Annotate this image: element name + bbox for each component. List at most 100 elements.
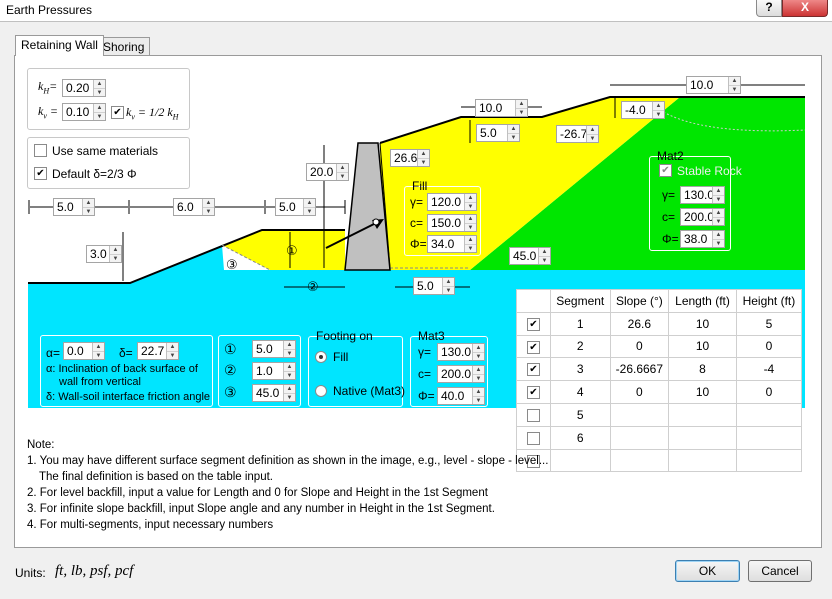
seg1-height-input[interactable]: 5.0 ▲ ▼ <box>476 124 520 142</box>
note-line: Note: <box>27 439 55 451</box>
row-checkbox[interactable]: ✔ <box>527 386 540 400</box>
row-checkbox[interactable] <box>527 431 540 445</box>
heel-input[interactable]: 5.0 ▲ ▼ <box>413 277 455 295</box>
footing-fill-radio[interactable] <box>315 351 327 363</box>
kv-input[interactable]: 0.10 ▲ ▼ <box>62 103 106 121</box>
col-segment: Segment <box>550 289 611 313</box>
mat3-phi-input[interactable]: 40.0 ▲ ▼ <box>437 387 485 405</box>
ok-button[interactable]: OK <box>675 560 740 582</box>
delta-input[interactable]: 22.7 ▲ ▼ <box>137 342 179 360</box>
left-a-input[interactable]: 5.0 ▲ ▼ <box>53 198 95 216</box>
row-checkbox[interactable]: ✔ <box>527 340 540 354</box>
fill-c-input[interactable]: 150.0 ▲ ▼ <box>427 214 477 232</box>
cell-segment[interactable]: 4 <box>550 380 611 404</box>
same-materials-label: Use same materials <box>52 144 159 158</box>
cell-height[interactable]: 0 <box>735 334 803 359</box>
cell-length[interactable]: 8 <box>668 357 737 382</box>
table-row[interactable]: ✔ 1 26.6 10 5 <box>516 311 803 336</box>
cell-length[interactable]: 10 <box>668 380 737 404</box>
kv-formula: kv = 1/2 kH <box>126 105 179 122</box>
fill-phi-label: Φ= <box>410 237 427 251</box>
kv-half-checkbox[interactable]: ✔ <box>111 106 124 119</box>
table-row[interactable]: ✔ 2 0 10 0 <box>516 334 803 359</box>
note-line: 2. For level backfill, input a value for… <box>27 487 488 499</box>
cell-height[interactable]: -4 <box>735 357 803 382</box>
mat2-c-input[interactable]: 200.0 ▲ ▼ <box>680 208 725 226</box>
mat2-gamma-input[interactable]: 130.0 ▲ ▼ <box>680 186 725 204</box>
same-materials-checkbox[interactable] <box>34 144 47 157</box>
cell-height[interactable]: 5 <box>735 311 803 336</box>
cell-length[interactable]: 10 <box>668 311 737 336</box>
mat2-phi-input[interactable]: 38.0 ▲ ▼ <box>680 230 725 248</box>
col-check <box>516 289 551 313</box>
mat3-c-input[interactable]: 200.0 ▲ ▼ <box>437 365 485 383</box>
cell-height[interactable] <box>735 425 803 450</box>
col-length: Length (ft) <box>668 289 737 313</box>
table-row[interactable]: ✔ 3 -26.6667 8 -4 <box>516 357 803 382</box>
cell-segment[interactable] <box>550 448 611 473</box>
kv-label: kv = <box>38 104 58 121</box>
seg3-slope-input[interactable]: -26.7 ▲ ▼ <box>556 125 599 143</box>
mat3-c-label: c= <box>418 367 432 381</box>
kh-input[interactable]: 0.20 ▲ ▼ <box>62 79 106 97</box>
footing-group: Footing on Fill Native (Mat3) <box>308 329 406 407</box>
cell-segment[interactable]: 6 <box>550 425 611 450</box>
cell-length[interactable] <box>668 425 737 450</box>
three-input[interactable]: 45.0 ▲ ▼ <box>252 384 296 402</box>
cell-slope[interactable] <box>609 402 670 427</box>
fill-group: Fill γ= 120.0 ▲ ▼ c= 150.0 ▲ ▼ Φ= 34.0 ▲ ▼ <box>404 179 481 256</box>
seg3-height-input[interactable]: -4.0 ▲ ▼ <box>621 101 665 119</box>
two-input[interactable]: 1.0 ▲ ▼ <box>252 362 296 380</box>
default-delta-label: Default δ=2/3 Φ <box>52 167 137 181</box>
one-input[interactable]: 5.0 ▲ ▼ <box>252 340 296 358</box>
cell-slope[interactable]: 26.6 <box>609 311 670 336</box>
cell-length[interactable] <box>668 402 737 427</box>
table-row[interactable]: ✔ 4 0 10 0 <box>516 380 803 404</box>
footing-native-label: Native (Mat3) <box>333 384 406 398</box>
cell-segment[interactable]: 1 <box>550 311 611 336</box>
row-checkbox[interactable]: ✔ <box>527 363 540 377</box>
cell-slope[interactable] <box>609 425 670 450</box>
table-row[interactable]: 5 <box>516 402 803 427</box>
cell-length[interactable]: 10 <box>668 334 737 359</box>
cancel-button[interactable]: Cancel <box>748 560 812 582</box>
table-row[interactable] <box>516 448 803 473</box>
cell-height[interactable]: 0 <box>735 380 803 404</box>
stable-rock-checkbox[interactable]: ✔ <box>659 164 672 177</box>
row-checkbox[interactable]: ✔ <box>527 317 540 331</box>
notes: Note: 1. You may have different surface … <box>27 437 548 533</box>
cell-slope[interactable]: -26.6667 <box>609 357 670 382</box>
alpha-label: α= <box>46 346 60 360</box>
backfill-angle-input[interactable]: 45.0 ▲ ▼ <box>509 247 551 265</box>
cell-slope[interactable]: 0 <box>609 380 670 404</box>
fill-phi-input[interactable]: 34.0 ▲ ▼ <box>427 235 477 253</box>
delta-note: δ: Wall-soil interface friction angle <box>46 391 211 403</box>
left-c-input[interactable]: 5.0 ▲ ▼ <box>275 198 316 216</box>
cell-height[interactable] <box>735 448 803 473</box>
footing-native-radio[interactable] <box>315 385 327 397</box>
wall-height-input[interactable]: 20.0 ▲ ▼ <box>306 163 349 181</box>
coefficient-box: kH= 0.20 ▲ ▼ kv = 0.10 ▲ ▼ ✔ kv = 1/2 kH <box>27 68 190 130</box>
seg1-slope-input[interactable]: 26.6 ▲ ▼ <box>390 149 430 167</box>
cell-height[interactable] <box>735 402 803 427</box>
seg1-length-input[interactable]: 10.0 ▲ ▼ <box>475 99 528 117</box>
fill-gamma-label: γ= <box>410 195 424 209</box>
mat3-gamma-input[interactable]: 130.0 ▲ ▼ <box>437 343 485 361</box>
cell-slope[interactable]: 0 <box>609 334 670 359</box>
cell-segment[interactable]: 2 <box>550 334 611 359</box>
fill-under-footing <box>222 230 345 270</box>
tab-retaining-wall[interactable]: Retaining Wall <box>15 35 104 56</box>
cell-segment[interactable]: 5 <box>550 402 611 427</box>
default-delta-checkbox[interactable]: ✔ <box>34 167 47 180</box>
alpha-input[interactable]: 0.0 ▲ ▼ <box>63 342 105 360</box>
cell-length[interactable] <box>668 448 737 473</box>
top-length-input[interactable]: 10.0 ▲ ▼ <box>686 76 741 94</box>
row-checkbox[interactable] <box>527 409 540 423</box>
cell-slope[interactable] <box>609 448 670 473</box>
col-height: Height (ft) <box>735 289 803 313</box>
left-b-input[interactable]: 6.0 ▲ ▼ <box>173 198 215 216</box>
toe-height-input[interactable]: 3.0 ▲ ▼ <box>86 245 122 263</box>
table-row[interactable]: 6 <box>516 425 803 450</box>
fill-gamma-input[interactable]: 120.0 ▲ ▼ <box>427 193 477 211</box>
cell-segment[interactable]: 3 <box>550 357 611 382</box>
